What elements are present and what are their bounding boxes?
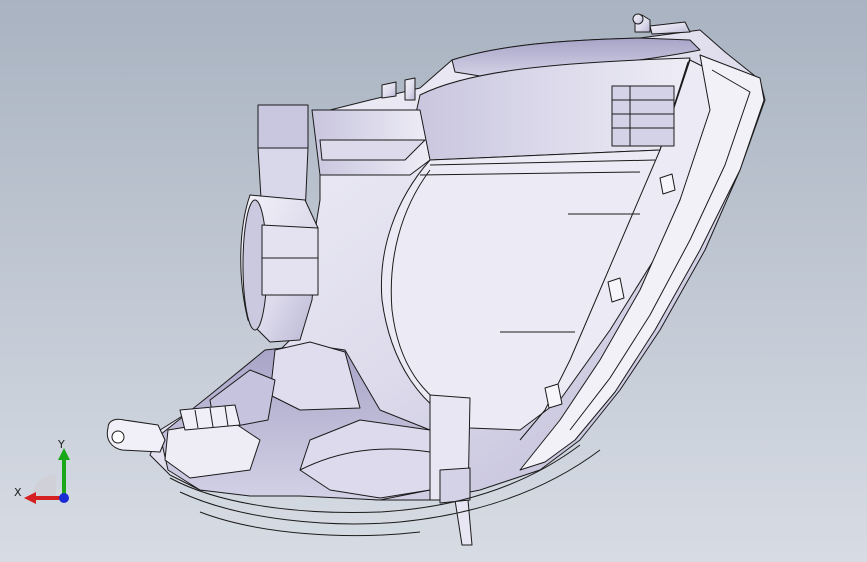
socket-cap: [257, 104, 309, 149]
headlamp-model[interactable]: [0, 0, 867, 562]
model-edge-40: [439, 467, 471, 504]
model-edge-3: [632, 13, 644, 25]
axis-triad: Y X: [12, 438, 82, 508]
bezel-clip-1: [659, 173, 676, 195]
graphics-viewport[interactable]: Y X: [0, 0, 867, 562]
model-edge-31: [381, 81, 397, 99]
y-axis-label: Y: [58, 438, 65, 451]
triad-arrows-icon: [24, 448, 70, 504]
model-edge-32: [404, 77, 416, 101]
vent-louvres: [611, 85, 675, 147]
x-axis-label: X: [14, 486, 22, 499]
mounting-hole: [111, 430, 125, 444]
model-edge-43: [199, 511, 421, 537]
model-edge-4: [649, 21, 691, 35]
model-edge-29: [261, 224, 319, 296]
